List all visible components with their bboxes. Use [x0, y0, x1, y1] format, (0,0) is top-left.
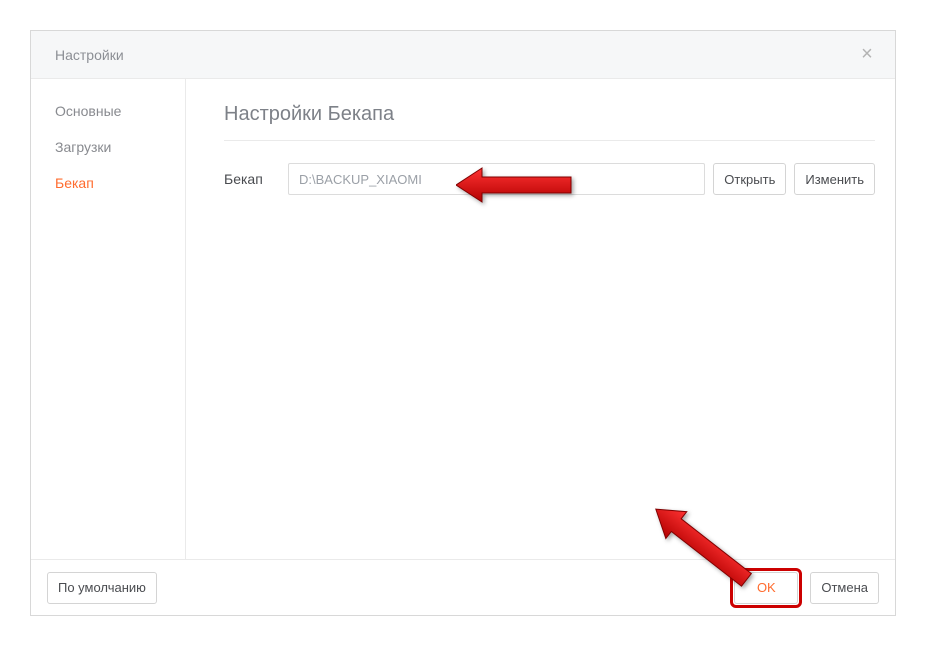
- change-button[interactable]: Изменить: [794, 163, 875, 195]
- sidebar-item-general[interactable]: Основные: [31, 93, 185, 129]
- sidebar-item-downloads[interactable]: Загрузки: [31, 129, 185, 165]
- ok-button[interactable]: OK: [734, 572, 798, 604]
- row-label-backup: Бекап: [224, 171, 280, 187]
- footer-right: OK Отмена: [730, 568, 879, 608]
- close-icon[interactable]: ×: [857, 45, 877, 65]
- sidebar: Основные Загрузки Бекап: [31, 79, 186, 559]
- body-area: Основные Загрузки Бекап Настройки Бекапа…: [31, 79, 895, 559]
- sidebar-item-label: Основные: [55, 103, 121, 119]
- sidebar-item-label: Загрузки: [55, 139, 111, 155]
- titlebar: Настройки ×: [31, 31, 895, 79]
- content-panel: Настройки Бекапа Бекап D:\BACKUP_XIAOMI …: [186, 79, 895, 559]
- open-button[interactable]: Открыть: [713, 163, 786, 195]
- ok-highlight: OK: [730, 568, 802, 608]
- backup-path-input[interactable]: D:\BACKUP_XIAOMI: [288, 163, 705, 195]
- section-title: Настройки Бекапа: [224, 103, 875, 141]
- defaults-button[interactable]: По умолчанию: [47, 572, 157, 604]
- backup-path-value: D:\BACKUP_XIAOMI: [299, 172, 422, 187]
- sidebar-item-label: Бекап: [55, 175, 94, 191]
- window-title: Настройки: [55, 47, 124, 63]
- cancel-button[interactable]: Отмена: [810, 572, 879, 604]
- footer: По умолчанию OK Отмена: [31, 559, 895, 615]
- settings-window: Настройки × Основные Загрузки Бекап Наст…: [30, 30, 896, 616]
- sidebar-item-backup[interactable]: Бекап: [31, 165, 185, 201]
- backup-path-row: Бекап D:\BACKUP_XIAOMI Открыть Изменить: [224, 163, 875, 195]
